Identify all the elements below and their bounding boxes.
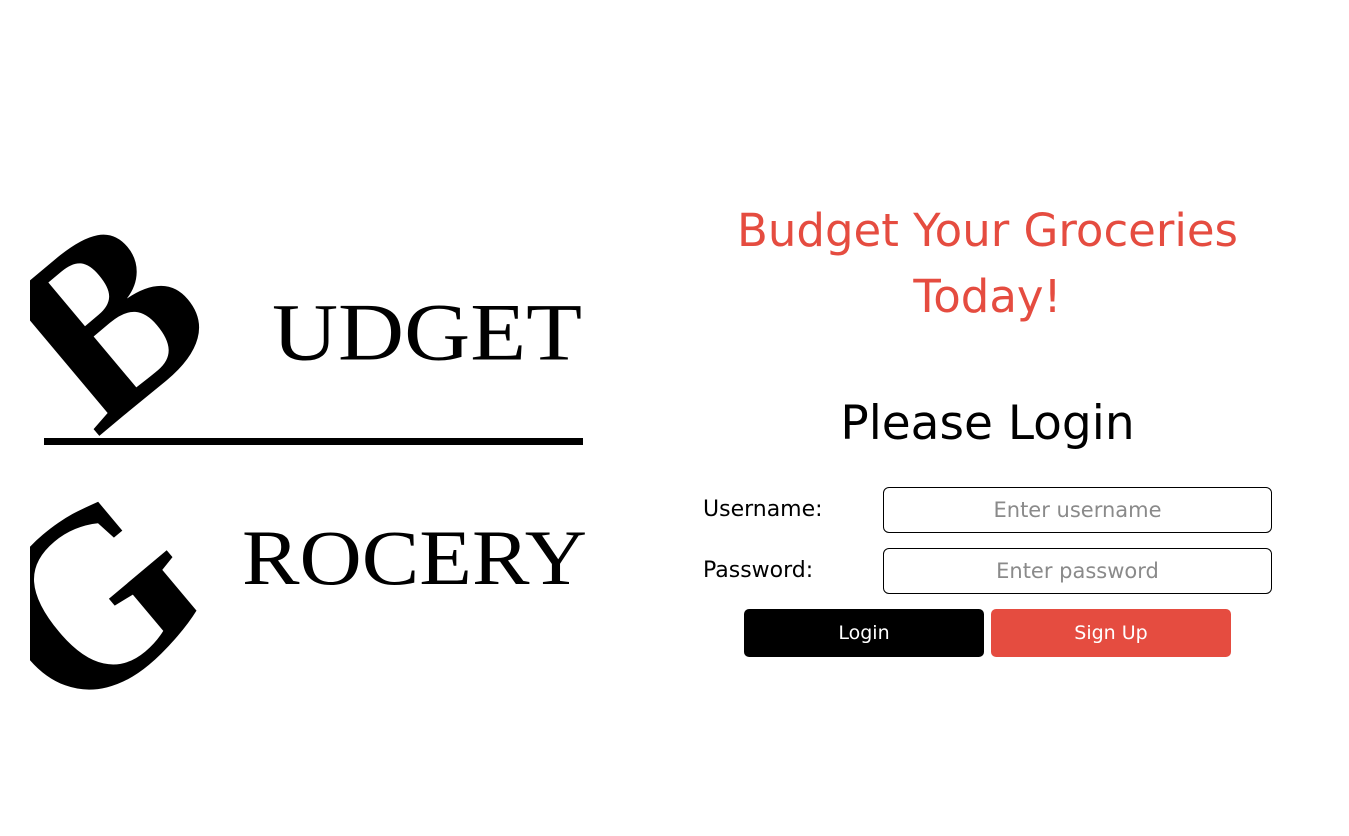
tagline-heading: Budget Your Groceries Today! (705, 198, 1270, 330)
logo-word-udget: UDGET (272, 288, 582, 378)
username-label: Username: (703, 497, 823, 522)
login-page: B UDGET G ROCERY Budget Your Groceries T… (0, 0, 1349, 836)
logo-initial-b: B (30, 161, 259, 480)
logo-word-grocery: G ROCERY (30, 432, 587, 700)
password-label: Password: (703, 558, 814, 583)
logo-word-budget: B UDGET (30, 161, 582, 480)
password-row: Password: (703, 548, 1273, 594)
password-input[interactable] (883, 548, 1272, 594)
login-button[interactable]: Login (744, 609, 984, 657)
logo-initial-g: G (30, 432, 255, 700)
logo-divider (44, 438, 583, 445)
logo-graphic: B UDGET G ROCERY (30, 161, 587, 700)
login-heading: Please Login (840, 396, 1135, 451)
budget-grocery-logo: B UDGET G ROCERY (30, 160, 610, 700)
username-row: Username: (703, 487, 1273, 533)
tagline-line-1: Budget Your Groceries (737, 204, 1238, 257)
username-input[interactable] (883, 487, 1272, 533)
logo-word-rocery: ROCERY (242, 514, 587, 601)
tagline-line-2: Today! (913, 270, 1062, 323)
signup-button[interactable]: Sign Up (991, 609, 1231, 657)
